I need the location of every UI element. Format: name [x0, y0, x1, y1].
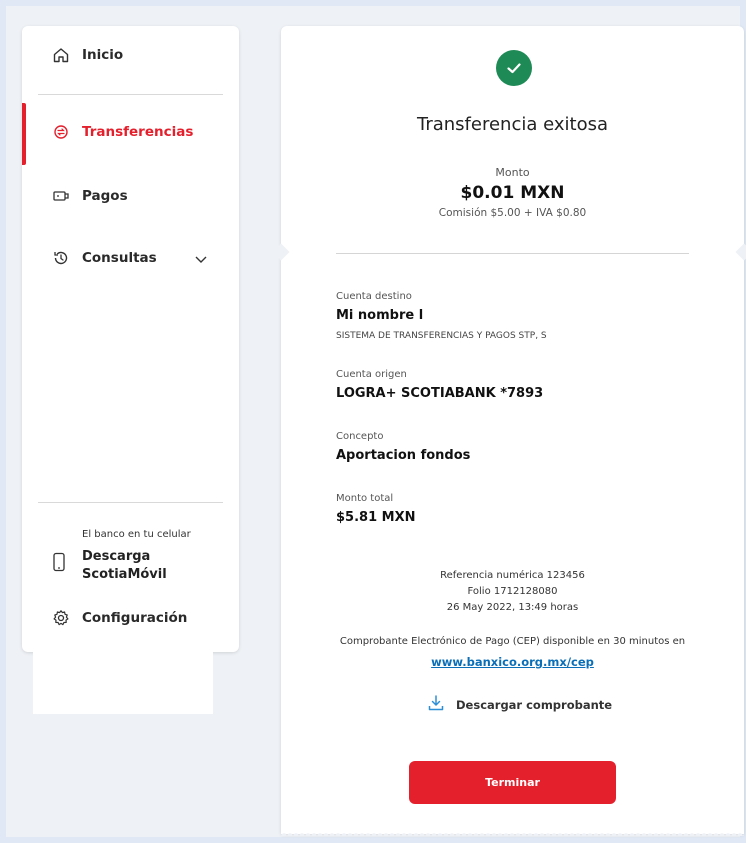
- gear-icon: [52, 609, 70, 627]
- sidebar-divider: [38, 502, 223, 503]
- origin-label: Cuenta origen: [336, 369, 407, 380]
- sidebar-item-pagos[interactable]: Pagos: [22, 176, 239, 216]
- sidebar-footer-blank: [33, 652, 213, 714]
- total-value: $5.81 MXN: [336, 510, 416, 525]
- concept-value: Aportacion fondos: [336, 448, 471, 463]
- page-title: Transferencia exitosa: [416, 114, 608, 135]
- receipt-perforation: [281, 826, 744, 836]
- amount-value: $0.01 MXN: [460, 183, 565, 203]
- reference-number: Referencia numérica 123456: [440, 570, 585, 581]
- amount-label: Monto: [495, 166, 530, 179]
- destination-name: Mi nombre l: [336, 308, 424, 323]
- sidebar: Inicio Transferencias Pagos Consultas El…: [22, 26, 239, 652]
- fee-text: Comisión $5.00 + IVA $0.80: [438, 207, 587, 219]
- sidebar-item-label: Pagos: [82, 188, 128, 204]
- folio-number: Folio 1712128080: [467, 586, 558, 597]
- total-label: Monto total: [336, 493, 394, 504]
- destination-label: Cuenta destino: [336, 291, 412, 302]
- sidebar-item-label: Transferencias: [82, 124, 194, 140]
- cep-link[interactable]: www.banxico.org.mx/cep: [431, 655, 594, 669]
- destination-bank: SISTEMA DE TRANSFERENCIAS Y PAGOS STP, S: [336, 331, 547, 341]
- sidebar-item-inicio[interactable]: Inicio: [22, 35, 239, 75]
- phone-icon: [52, 552, 66, 576]
- history-icon: [52, 249, 70, 267]
- promo-line: ScotiaMóvil: [82, 567, 167, 582]
- sidebar-item-configuracion[interactable]: Configuración: [22, 598, 239, 638]
- origin-account: LOGRA+ SCOTIABANK *7893: [336, 386, 544, 401]
- cep-notice: Comprobante Electrónico de Pago (CEP) di…: [339, 636, 686, 647]
- download-receipt-button[interactable]: Descargar comprobante: [426, 693, 612, 717]
- concept-label: Concepto: [336, 431, 384, 442]
- download-app-link[interactable]: Descarga ScotiaMóvil: [82, 548, 167, 584]
- sidebar-item-label: Inicio: [82, 47, 124, 63]
- sidebar-item-consultas[interactable]: Consultas: [22, 238, 239, 278]
- home-icon: [52, 46, 70, 64]
- sidebar-divider: [38, 94, 223, 95]
- transfer-icon: [52, 123, 70, 141]
- receipt-divider: [336, 253, 689, 254]
- transaction-date: 26 May 2022, 13:49 horas: [446, 602, 579, 613]
- payments-icon: [52, 187, 70, 205]
- cep-link-wrapper: www.banxico.org.mx/cep: [281, 655, 744, 669]
- chevron-down-icon[interactable]: [194, 249, 208, 268]
- download-label: Descargar comprobante: [456, 698, 613, 712]
- download-icon: [426, 693, 446, 717]
- promo-caption: El banco en tu celular: [82, 529, 191, 540]
- sidebar-item-label: Configuración: [82, 610, 188, 626]
- sidebar-item-transferencias[interactable]: Transferencias: [22, 112, 239, 152]
- promo-line: Descarga: [82, 549, 151, 564]
- success-check-icon: [496, 50, 532, 86]
- finish-button[interactable]: Terminar: [409, 761, 616, 804]
- sidebar-item-label: Consultas: [82, 250, 157, 266]
